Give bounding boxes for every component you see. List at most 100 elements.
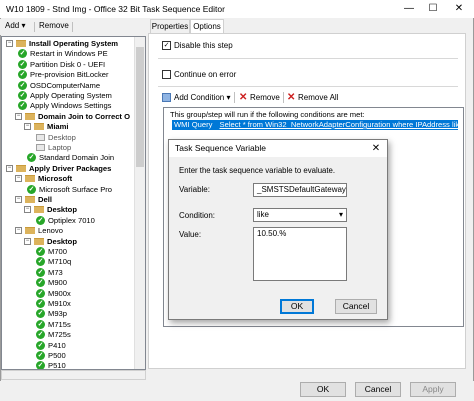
tab-options[interactable]: Options <box>190 19 224 33</box>
dialog-title: Task Sequence Variable <box>169 140 387 157</box>
tree-item-label: Microsoft Surface Pro <box>39 184 113 194</box>
collapse-icon[interactable]: − <box>15 175 22 183</box>
wmi-query-condition-row[interactable]: WMI Query Select * from Win32_NetworkAda… <box>172 120 458 130</box>
tree-item-label: Standard Domain Join <box>39 153 115 163</box>
remove-all-conditions-button[interactable]: Remove All <box>298 93 338 102</box>
collapse-icon[interactable]: − <box>24 237 31 245</box>
check-icon: ✓ <box>36 330 45 340</box>
condition-select[interactable]: like ▾ <box>253 208 347 222</box>
chevron-down-icon: ▾ <box>21 21 26 30</box>
tab-strip: Properties Options <box>148 19 474 33</box>
tree-item-label: Pre-provision BitLocker <box>30 70 109 80</box>
variable-field[interactable]: _SMSTSDefaultGateways <box>253 183 347 197</box>
remove-button[interactable]: Remove <box>39 21 69 33</box>
apply-button[interactable]: Apply <box>410 382 456 397</box>
folder-icon <box>34 206 44 214</box>
dialog-instruction: Enter the task sequence variable to eval… <box>179 166 336 175</box>
collapse-icon[interactable]: − <box>15 112 22 120</box>
tree-vertical-scrollbar[interactable] <box>134 37 145 369</box>
tree-item-label: M710q <box>48 257 72 267</box>
wmi-query-text: Select * from Win32_NetworkAdapterConfig… <box>219 120 458 129</box>
add-menu-button[interactable]: Add ▾ <box>5 21 25 33</box>
folder-icon <box>34 123 44 131</box>
check-icon: ✓ <box>18 70 27 80</box>
tree-item-label: Install Operating System <box>29 39 119 48</box>
tree-item-label: Laptop <box>48 143 72 152</box>
check-icon: ✓ <box>36 361 45 370</box>
check-icon: ✓ <box>36 247 45 256</box>
check-icon: ✓ <box>36 257 45 267</box>
tree-item-label: Miami <box>47 122 69 132</box>
check-icon: ✓ <box>27 184 36 194</box>
condition-value: like <box>257 210 270 219</box>
disable-step-label: Disable this step <box>174 41 233 50</box>
collapse-icon[interactable]: − <box>24 206 31 214</box>
tree-item-label: M725s <box>48 330 71 340</box>
check-icon: ✓ <box>36 267 45 277</box>
disabled-group-icon <box>36 133 45 141</box>
condition-label: Condition: <box>179 211 216 220</box>
remove-condition-button[interactable]: Remove <box>250 93 280 102</box>
collapse-icon[interactable]: − <box>24 123 31 131</box>
collapse-icon[interactable]: − <box>6 164 13 172</box>
folder-icon <box>25 112 35 120</box>
tree-item-label: Partition Disk 0 - UEFI <box>30 59 106 69</box>
value-label: Value: <box>179 230 202 239</box>
add-condition-button[interactable]: Add Condition ▾ <box>174 93 231 102</box>
tree-item-label: Dell <box>38 195 52 204</box>
tree-item-label: Desktop <box>47 205 77 215</box>
check-icon: ✓ <box>36 351 45 360</box>
value-field[interactable]: 10.50.% <box>253 227 347 281</box>
tree-horizontal-scrollbar[interactable] <box>1 370 146 380</box>
check-icon: ✓ <box>18 49 27 59</box>
tree-item-label: M900x <box>48 288 71 298</box>
collapse-icon[interactable]: − <box>6 40 13 47</box>
tree-item-label: Desktop <box>47 236 77 246</box>
maximize-button[interactable]: ☐ <box>422 0 444 18</box>
tree-item-label: M900 <box>48 278 67 288</box>
window-title: W10 1809 - Stnd Img - Office 32 Bit Task… <box>6 4 225 14</box>
dialog-close-icon[interactable]: ✕ <box>368 140 384 157</box>
disable-step-checkbox[interactable]: ✓ <box>162 41 171 50</box>
check-icon: ✓ <box>36 309 45 319</box>
tree-item-label: M910x <box>48 299 71 308</box>
tree-item-label: Optiplex 7010 <box>48 215 95 225</box>
tree-item-label: P500 <box>48 351 66 360</box>
tree-item-label: M93p <box>48 309 67 319</box>
collapse-icon[interactable]: − <box>15 196 22 203</box>
dialog-cancel-button[interactable]: Cancel <box>335 299 377 314</box>
minimize-button[interactable]: — <box>398 0 420 18</box>
cancel-button[interactable]: Cancel <box>355 382 401 397</box>
toolbar-divider <box>283 92 284 103</box>
scrollbar-thumb[interactable] <box>136 47 144 167</box>
tree-item-label: Microsoft <box>38 174 73 184</box>
ok-button[interactable]: OK <box>300 382 346 397</box>
tree-item-label: M715s <box>48 319 71 329</box>
check-icon: ✓ <box>36 340 45 350</box>
tree-item-label: Apply Driver Packages <box>29 163 112 173</box>
dialog-ok-button[interactable]: OK <box>280 299 314 314</box>
tree-item-label: P510 <box>48 361 66 370</box>
collapse-icon[interactable]: − <box>15 227 22 235</box>
folder-icon <box>25 175 35 183</box>
tree-item-label: Apply Windows Settings <box>30 101 112 111</box>
check-icon: ✓ <box>18 101 27 111</box>
check-icon: ✓ <box>36 215 45 225</box>
continue-on-error-checkbox[interactable] <box>162 70 171 79</box>
tree-item-label: Apply Operating System <box>30 91 112 100</box>
tree-item-label: M73 <box>48 267 63 277</box>
tab-properties[interactable]: Properties <box>150 19 190 33</box>
toolbar-divider <box>34 22 35 32</box>
variable-label: Variable: <box>179 185 210 194</box>
task-sequence-variable-dialog: Task Sequence Variable ✕ Enter the task … <box>168 139 388 320</box>
tree-item-label: Lenovo <box>38 226 63 236</box>
task-sequence-tree[interactable]: − Install Operating System ✓ Restart in Win… <box>1 36 146 370</box>
footer-bar <box>0 381 474 401</box>
continue-on-error-label: Continue on error <box>174 70 237 79</box>
check-icon: ✓ <box>36 299 45 308</box>
tree-item-label: Desktop <box>48 132 76 142</box>
chevron-down-icon: ▾ <box>338 210 343 219</box>
folder-icon <box>34 237 44 245</box>
close-button[interactable]: ✕ <box>448 0 470 18</box>
toolbar-divider <box>72 22 73 32</box>
